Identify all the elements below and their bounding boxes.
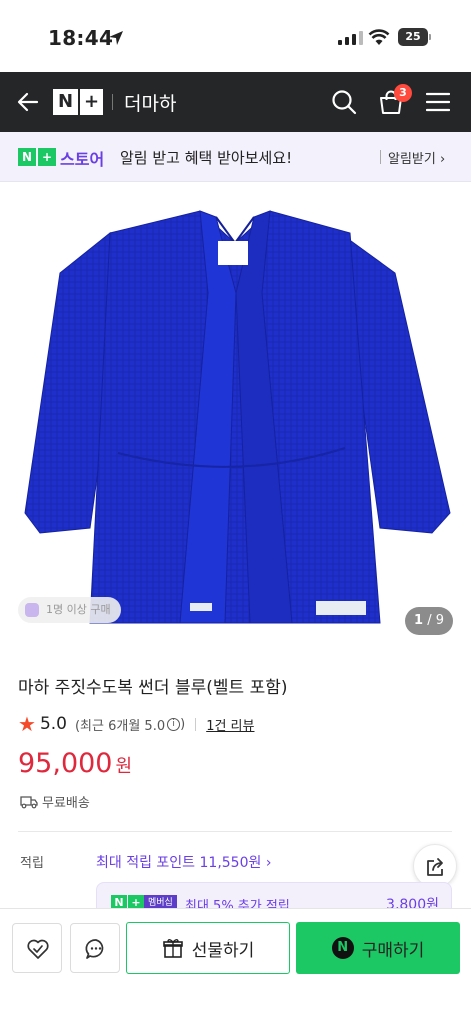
product-title: 마하 주짓수도복 썬더 블루(벨트 포함) xyxy=(18,678,288,698)
gi-hem-patch xyxy=(316,601,366,615)
naver-pay-icon: N xyxy=(331,937,354,959)
hamburger-menu-icon[interactable] xyxy=(426,92,450,112)
product-image[interactable] xyxy=(0,183,471,653)
gift-button-label: 선물하기 xyxy=(191,940,255,961)
subscribe-link[interactable]: 알림받기 › xyxy=(388,148,445,167)
review-count-link[interactable]: 1건 리뷰 xyxy=(206,715,254,734)
back-arrow-icon[interactable] xyxy=(16,90,40,114)
star-icon: ★ xyxy=(18,712,36,736)
max-points-link[interactable]: 최대 적립 포인트 11,550원 › xyxy=(96,852,271,872)
buy-button-label: 구매하기 xyxy=(361,940,425,961)
shipping-label: 무료배송 xyxy=(42,796,90,811)
status-time: 18:44 xyxy=(48,26,114,50)
shipping-info: 무료배송 xyxy=(20,792,90,811)
gi-hem-tag xyxy=(190,603,212,611)
cellular-signal-icon xyxy=(338,30,363,45)
talk-talk-button[interactable] xyxy=(70,923,120,973)
chat-bubble-icon xyxy=(85,939,104,959)
gi-collar-label xyxy=(218,241,248,265)
recent-rating: (최근 6개월 5.0 xyxy=(74,718,166,734)
product-price: 95,000 원 xyxy=(18,748,132,779)
promo-brand: 스토어 xyxy=(60,150,105,169)
divider xyxy=(195,717,197,731)
price-value: 95,000 xyxy=(18,748,113,779)
battery-indicator: 25 xyxy=(398,28,431,46)
rating-row[interactable]: ★ 5.0 (최근 6개월 5.0 i ) 1건 리뷰 xyxy=(18,712,254,736)
store-subscribe-banner[interactable]: N + 스토어 알림 받고 혜택 받아보세요! 알림받기 › xyxy=(0,132,471,182)
buy-button[interactable]: N 구매하기 xyxy=(296,922,460,974)
divider xyxy=(112,94,113,110)
store-name[interactable]: 더마하 xyxy=(124,89,176,116)
status-bar: 18:44 25 xyxy=(0,0,471,72)
share-icon xyxy=(427,858,443,876)
buyer-count-badge: 1명 이상 구매 xyxy=(18,597,121,623)
delivery-truck-icon xyxy=(20,795,38,808)
rating-score: 5.0 xyxy=(39,714,67,734)
top-navigation-bar: N + 더마하 3 xyxy=(0,72,471,132)
image-counter: 1 / 9 xyxy=(405,607,453,635)
info-icon[interactable]: i xyxy=(167,717,181,731)
cart-count-badge: 3 xyxy=(394,84,412,102)
promo-message: 알림 받고 혜택 받아보세요! xyxy=(120,149,293,167)
heart-check-icon xyxy=(27,939,49,959)
points-label: 적립 xyxy=(20,856,44,871)
gift-icon xyxy=(162,939,183,958)
wifi-icon xyxy=(368,29,390,45)
divider xyxy=(380,150,381,164)
search-icon[interactable] xyxy=(331,89,357,115)
divider xyxy=(18,831,452,832)
naver-plus-logo[interactable]: N + xyxy=(53,89,103,115)
price-currency: 원 xyxy=(115,756,133,777)
location-arrow-icon xyxy=(109,31,123,45)
naver-plus-badge-icon: N + xyxy=(18,148,56,166)
bottom-action-bar: 선물하기 N 구매하기 xyxy=(0,908,471,1024)
recent-rating-close: ) xyxy=(180,716,186,732)
wishlist-button[interactable] xyxy=(12,923,62,973)
gift-button[interactable]: 선물하기 xyxy=(126,922,290,974)
